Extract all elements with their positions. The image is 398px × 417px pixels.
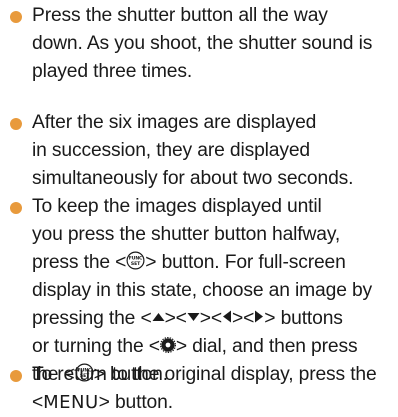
text-line: After the six images are displayed — [32, 112, 317, 133]
text-line: To return to the original display, press… — [32, 364, 377, 385]
bullet-dot-icon — [10, 370, 22, 382]
text-segment: press the < — [32, 252, 127, 273]
text-segment: >< — [232, 308, 255, 329]
bullet-dot-icon — [10, 202, 22, 214]
control-dial-icon — [159, 336, 176, 353]
left-arrow-icon — [223, 310, 232, 323]
instruction-text-2: After the six images are displayed in su… — [32, 109, 394, 193]
text-segment: >< — [199, 308, 223, 329]
text-segment: >< — [164, 308, 187, 329]
bullet-dot-icon — [10, 118, 22, 130]
text-segment: > dial, and then press — [175, 336, 358, 357]
text-segment: > buttons — [264, 308, 343, 329]
func-set-button-icon: FUNC SET — [126, 251, 145, 270]
text-line: simultaneously for about two seconds. — [32, 168, 354, 189]
text-line: press the < FUNC SET > button. For full-… — [32, 249, 394, 277]
text-line: played three times. — [32, 61, 193, 82]
text-line: in succession, they are displayed — [32, 140, 310, 161]
text-segment: > button. — [98, 392, 173, 413]
text-segment: pressing the < — [32, 308, 152, 329]
text-line: down. As you shoot, the shutter sound is — [32, 33, 373, 54]
manual-page: Press the shutter button all the way dow… — [0, 0, 398, 413]
text-line: To keep the images displayed until — [32, 196, 322, 217]
down-arrow-icon — [187, 312, 200, 321]
right-arrow-icon — [255, 310, 264, 323]
text-line: you press the shutter button halfway, — [32, 224, 341, 245]
instruction-text-1: Press the shutter button all the way dow… — [32, 2, 394, 86]
func-label: FUNC — [129, 256, 143, 262]
instruction-text-4: To return to the original display, press… — [32, 361, 394, 417]
set-label: SET — [131, 261, 141, 267]
text-line: display in this state, choose an image b… — [32, 280, 373, 301]
menu-button-label: MENU — [43, 392, 99, 413]
text-segment: or turning the < — [32, 336, 160, 357]
text-line: <MENU> button. — [32, 389, 394, 417]
text-line: or turning the < > dial, and then press — [32, 333, 394, 361]
text-line: pressing the < >< >< >< > buttons — [32, 305, 394, 333]
bullet-dot-icon — [10, 11, 22, 23]
instruction-text-3: To keep the images displayed until you p… — [32, 193, 394, 389]
text-segment: > button. For full-screen — [145, 252, 346, 273]
text-line: Press the shutter button all the way — [32, 5, 328, 26]
up-arrow-icon — [152, 312, 165, 321]
text-segment: < — [32, 392, 44, 413]
